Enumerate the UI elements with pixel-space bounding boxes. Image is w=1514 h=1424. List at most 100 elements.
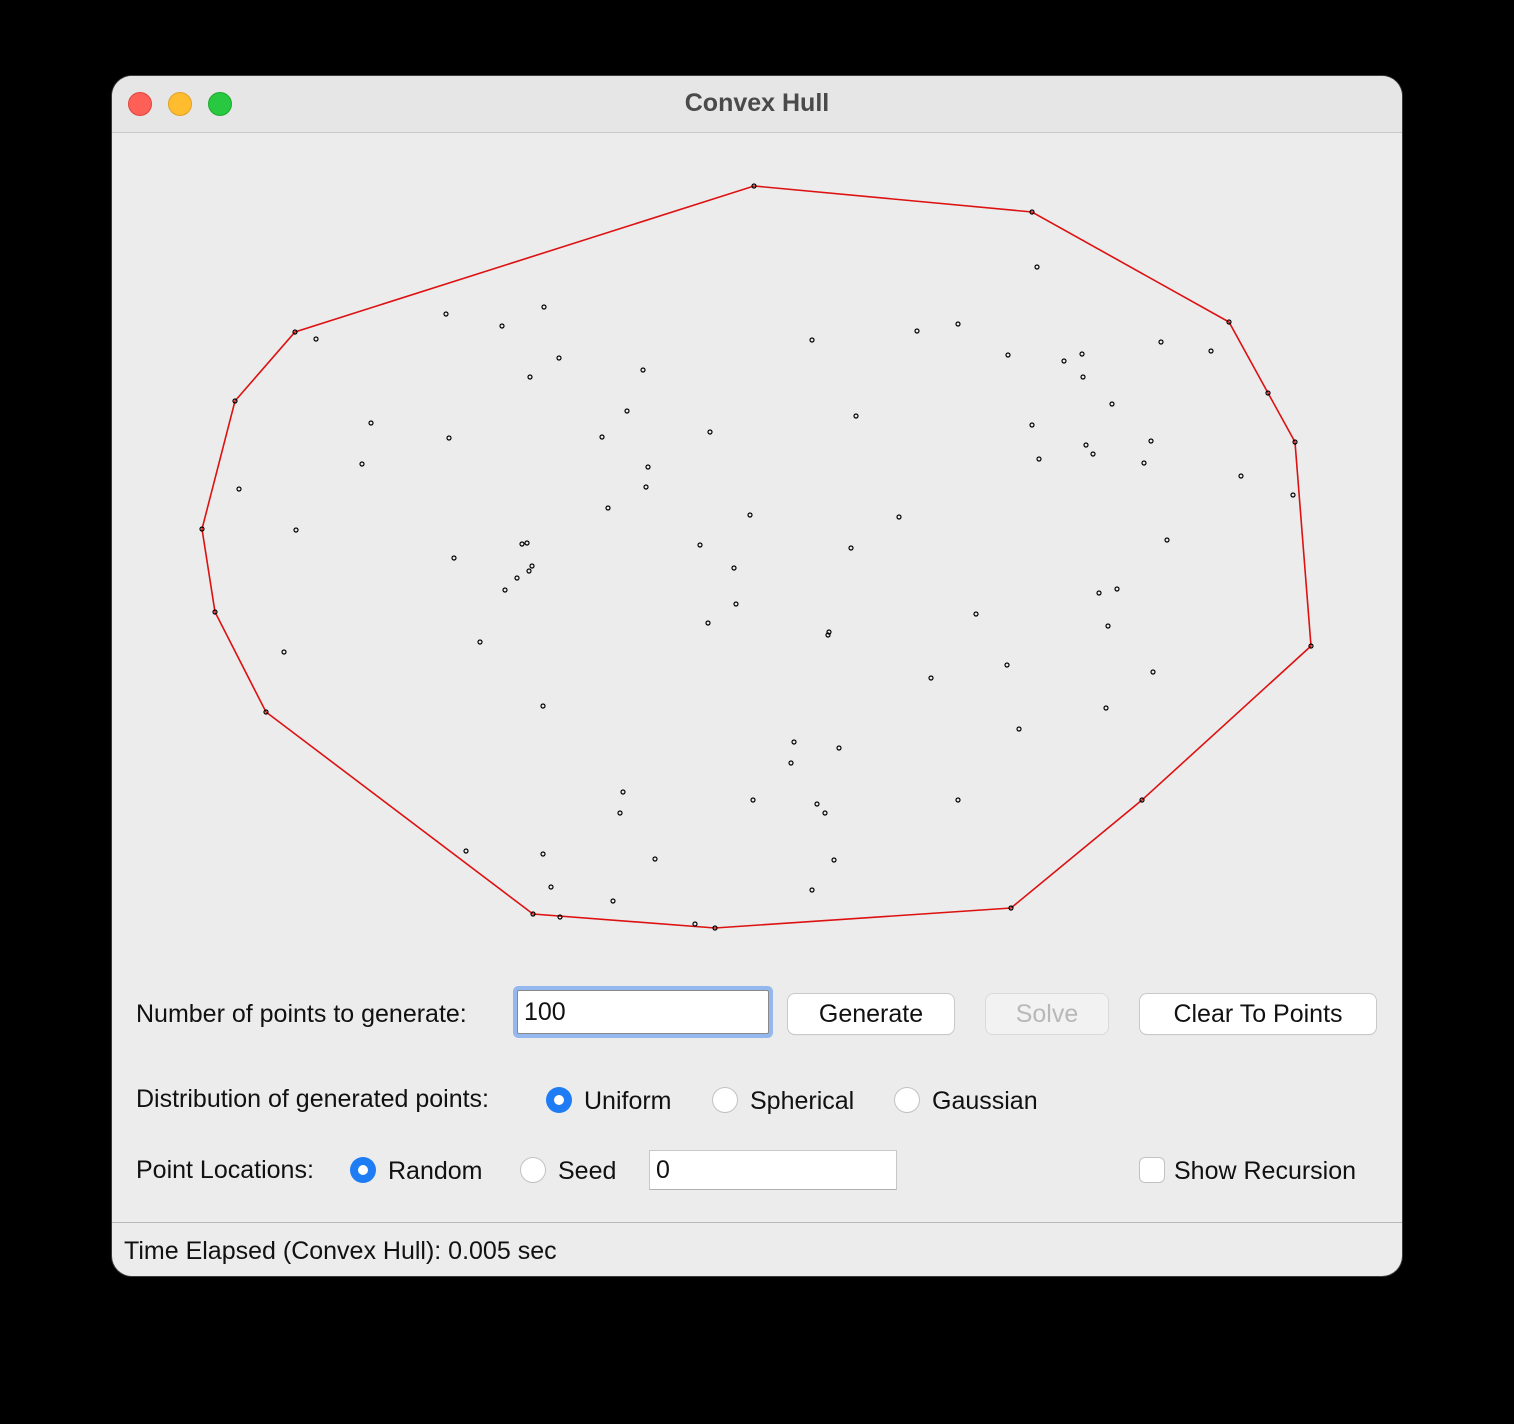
point-24 bbox=[914, 328, 920, 334]
num-points-input[interactable]: 100 bbox=[517, 990, 769, 1034]
point-99 bbox=[692, 921, 698, 927]
radio-seed[interactable] bbox=[520, 1157, 546, 1183]
point-17 bbox=[443, 311, 449, 317]
point-42 bbox=[1238, 473, 1244, 479]
solve-button[interactable]: Solve bbox=[986, 994, 1108, 1034]
point-78 bbox=[928, 675, 934, 681]
point-30 bbox=[1158, 339, 1164, 345]
point-60 bbox=[451, 555, 457, 561]
window-title: Convex Hull bbox=[684, 89, 830, 117]
show-recursion-checkbox[interactable] bbox=[1139, 1157, 1165, 1183]
point-70 bbox=[1105, 623, 1111, 629]
point-45 bbox=[446, 435, 452, 441]
point-52 bbox=[605, 505, 611, 511]
radio-spherical-label[interactable]: Spherical bbox=[750, 1087, 854, 1116]
point-21 bbox=[527, 374, 533, 380]
point-89 bbox=[822, 810, 828, 816]
point-46 bbox=[359, 461, 365, 467]
radio-random[interactable] bbox=[350, 1157, 376, 1183]
point-18 bbox=[499, 323, 505, 329]
hull-polygon bbox=[201, 185, 1312, 929]
point-38 bbox=[1083, 442, 1089, 448]
point-75 bbox=[281, 649, 287, 655]
point-50 bbox=[236, 486, 242, 492]
point-97 bbox=[610, 898, 616, 904]
point-83 bbox=[836, 745, 842, 751]
point-91 bbox=[463, 848, 469, 854]
point-47 bbox=[599, 434, 605, 440]
point-57 bbox=[848, 545, 854, 551]
radio-seed-label[interactable]: Seed bbox=[558, 1157, 616, 1186]
point-66 bbox=[733, 601, 739, 607]
point-33 bbox=[624, 408, 630, 414]
point-54 bbox=[896, 514, 902, 520]
point-90 bbox=[617, 810, 623, 816]
point-26 bbox=[1005, 352, 1011, 358]
point-82 bbox=[791, 739, 797, 745]
point-53 bbox=[747, 512, 753, 518]
point-87 bbox=[955, 797, 961, 803]
point-48 bbox=[645, 464, 651, 470]
point-76 bbox=[1004, 662, 1010, 668]
point-63 bbox=[514, 575, 520, 581]
generate-button[interactable]: Generate bbox=[788, 994, 954, 1034]
point-98 bbox=[557, 914, 563, 920]
point-36 bbox=[1029, 422, 1035, 428]
point-59 bbox=[524, 540, 530, 546]
point-80 bbox=[1103, 705, 1109, 711]
point-56 bbox=[697, 542, 703, 548]
status-bar: Time Elapsed (Convex Hull): 0.005 sec bbox=[112, 1222, 1402, 1276]
point-96 bbox=[809, 887, 815, 893]
point-68 bbox=[1114, 586, 1120, 592]
status-text: Time Elapsed (Convex Hull): 0.005 sec bbox=[124, 1237, 557, 1265]
point-27 bbox=[1061, 358, 1067, 364]
point-74 bbox=[477, 639, 483, 645]
point-94 bbox=[831, 857, 837, 863]
radio-gaussian-label[interactable]: Gaussian bbox=[932, 1087, 1038, 1116]
point-34 bbox=[707, 429, 713, 435]
point-93 bbox=[652, 856, 658, 862]
point-71 bbox=[705, 620, 711, 626]
point-16 bbox=[313, 336, 319, 342]
point-44 bbox=[368, 420, 374, 426]
point-28 bbox=[1079, 351, 1085, 357]
point-40 bbox=[1148, 438, 1154, 444]
point-37 bbox=[1036, 456, 1042, 462]
point-85 bbox=[620, 789, 626, 795]
show-recursion-label[interactable]: Show Recursion bbox=[1174, 1157, 1356, 1186]
point-61 bbox=[529, 563, 535, 569]
point-81 bbox=[1016, 726, 1022, 732]
point-23 bbox=[809, 337, 815, 343]
point-79 bbox=[540, 703, 546, 709]
point-86 bbox=[750, 797, 756, 803]
radio-spherical[interactable] bbox=[712, 1087, 738, 1113]
point-73 bbox=[825, 632, 831, 638]
point-51 bbox=[293, 527, 299, 533]
point-58 bbox=[519, 541, 525, 547]
radio-gaussian[interactable] bbox=[894, 1087, 920, 1113]
hull-canvas[interactable] bbox=[112, 133, 1402, 993]
point-32 bbox=[1109, 401, 1115, 407]
point-55 bbox=[1164, 537, 1170, 543]
point-67 bbox=[1096, 590, 1102, 596]
point-41 bbox=[1141, 460, 1147, 466]
point-88 bbox=[814, 801, 820, 807]
radio-uniform[interactable] bbox=[546, 1087, 572, 1113]
point-15 bbox=[1034, 264, 1040, 270]
point-39 bbox=[1090, 451, 1096, 457]
title-bar: Convex Hull bbox=[112, 76, 1402, 133]
point-77 bbox=[1150, 669, 1156, 675]
point-69 bbox=[973, 611, 979, 617]
point-84 bbox=[788, 760, 794, 766]
app-window: Convex Hull Number of points to generate… bbox=[112, 76, 1402, 1276]
distribution-label: Distribution of generated points: bbox=[136, 1085, 489, 1113]
point-62 bbox=[526, 568, 532, 574]
point-43 bbox=[1290, 492, 1296, 498]
radio-random-label[interactable]: Random bbox=[388, 1157, 483, 1186]
clear-to-points-button[interactable]: Clear To Points bbox=[1140, 994, 1376, 1034]
locations-label: Point Locations: bbox=[136, 1156, 314, 1184]
seed-input[interactable]: 0 bbox=[649, 1150, 897, 1190]
point-35 bbox=[853, 413, 859, 419]
radio-uniform-label[interactable]: Uniform bbox=[584, 1087, 672, 1116]
point-31 bbox=[1208, 348, 1214, 354]
